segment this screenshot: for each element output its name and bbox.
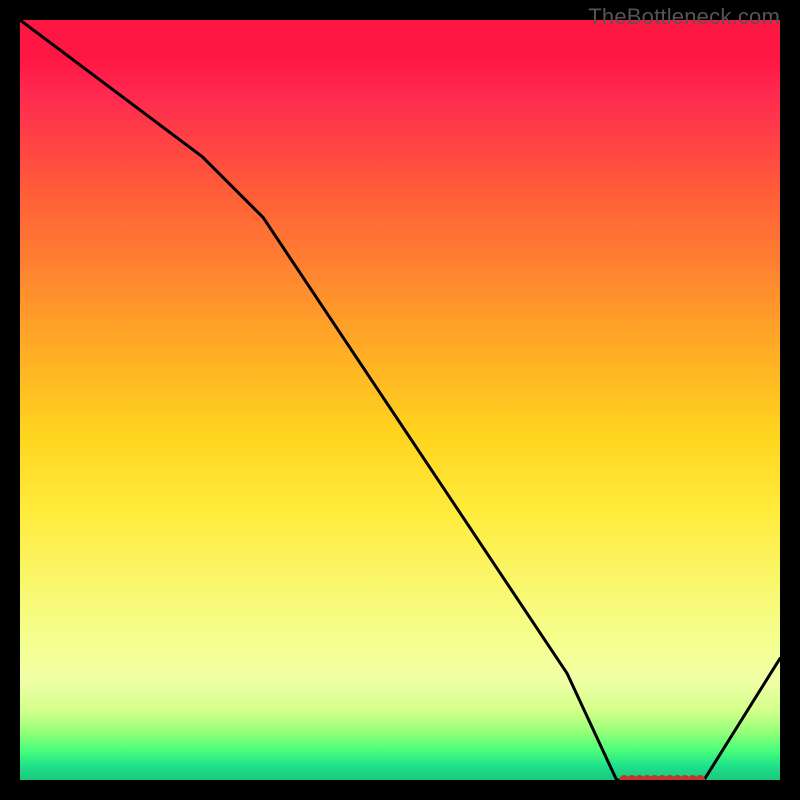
watermark-label: TheBottleneck.com (588, 4, 780, 30)
bottleneck-curve-line (20, 20, 780, 780)
optimal-marker (696, 776, 705, 781)
chart-svg (20, 20, 780, 780)
chart-stage: TheBottleneck.com (0, 0, 800, 800)
marker-group (620, 776, 705, 781)
